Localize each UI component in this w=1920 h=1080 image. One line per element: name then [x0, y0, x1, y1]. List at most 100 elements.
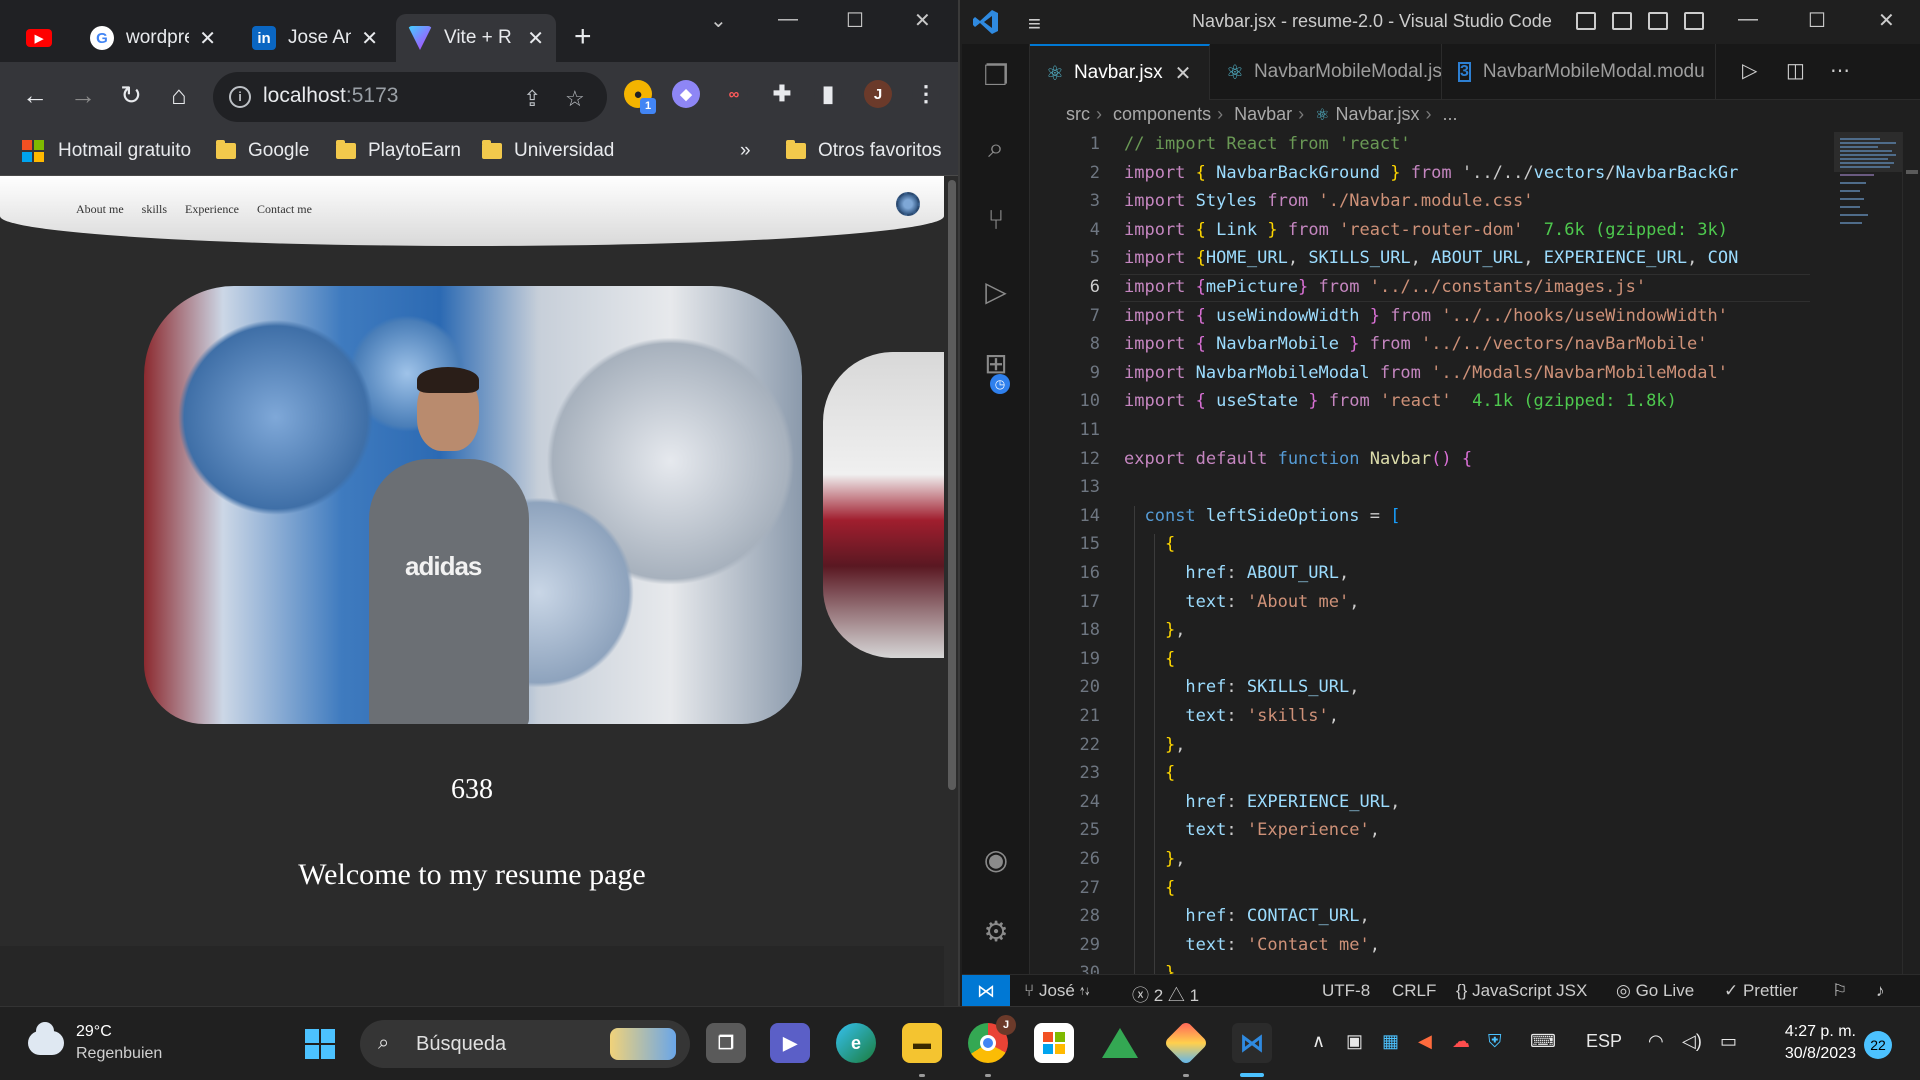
- code-line[interactable]: href: EXPERIENCE_URL,: [1124, 792, 1400, 812]
- code-line[interactable]: text: 'Experience',: [1124, 820, 1380, 840]
- forward-button[interactable]: →: [66, 80, 100, 111]
- side-panel-icon[interactable]: ▮: [814, 80, 842, 108]
- ghost-extension-icon[interactable]: ◆: [672, 80, 700, 108]
- code-line[interactable]: text: 'Contact me',: [1124, 935, 1380, 955]
- bookmark-playtoearn[interactable]: PlaytoEarn: [336, 140, 461, 162]
- taskbar-search[interactable]: ⌕ Búsqueda: [360, 1020, 690, 1068]
- accounts-icon[interactable]: ◉: [976, 840, 1016, 880]
- colorful-app-icon[interactable]: [1163, 1020, 1209, 1066]
- code-line[interactable]: import { NavbarBackGround } from '../../…: [1124, 163, 1738, 183]
- nav-link-skills[interactable]: skills: [142, 202, 167, 217]
- settings-gear-icon[interactable]: ⚙: [976, 912, 1016, 952]
- code-line[interactable]: import { useWindowWidth } from '../../ho…: [1124, 306, 1728, 326]
- code-line[interactable]: {: [1124, 878, 1175, 898]
- breadcrumb-item[interactable]: Navbar.jsx: [1335, 104, 1419, 124]
- run-icon[interactable]: ▷: [1742, 58, 1757, 83]
- git-branch-status[interactable]: ⑂ José ⇅: [1024, 981, 1090, 1001]
- code-line[interactable]: {: [1124, 649, 1175, 669]
- back-button[interactable]: ←: [18, 80, 52, 111]
- nav-link-experience[interactable]: Experience: [185, 202, 239, 217]
- code-line[interactable]: // import React from 'react': [1124, 134, 1411, 154]
- explorer-icon[interactable]: ❐: [976, 56, 1016, 96]
- home-button[interactable]: ⌂: [162, 80, 196, 111]
- close-window-icon[interactable]: ✕: [914, 8, 931, 33]
- close-tab-icon[interactable]: ✕: [361, 26, 378, 51]
- weather-widget[interactable]: 29°C Regenbuien: [28, 1021, 162, 1065]
- breadcrumb-item[interactable]: components: [1113, 104, 1211, 124]
- start-button[interactable]: [305, 1029, 335, 1059]
- more-actions-icon[interactable]: ⋯: [1830, 58, 1850, 83]
- nav-link-contact[interactable]: Contact me: [257, 202, 312, 217]
- notification-count-badge[interactable]: 22: [1864, 1031, 1892, 1059]
- code-line[interactable]: text: 'skills',: [1124, 706, 1339, 726]
- extensions-puzzle-icon[interactable]: ✚: [768, 80, 796, 108]
- bookmark-universidad[interactable]: Universidad: [482, 140, 614, 162]
- toggle-sidebar-icon[interactable]: [1576, 12, 1596, 30]
- customize-layout-icon[interactable]: [1684, 12, 1704, 30]
- share-icon[interactable]: ⇪: [523, 86, 541, 112]
- breadcrumb-item[interactable]: src: [1066, 104, 1090, 124]
- show-hidden-icons[interactable]: ∧: [1312, 1031, 1325, 1052]
- close-tab-icon[interactable]: ✕: [1175, 61, 1192, 86]
- tab-navbarmobilemodal-jsx[interactable]: ⚛ NavbarMobileModal.jsx: [1210, 44, 1442, 100]
- problems-status[interactable]: ⓧ 2 △ 1: [1132, 981, 1199, 1006]
- tray-device-icon[interactable]: ▣: [1346, 1031, 1363, 1052]
- tab-linkedin[interactable]: in Jose An ✕: [240, 14, 390, 62]
- code-line[interactable]: const leftSideOptions = [: [1124, 506, 1400, 526]
- minimize-icon[interactable]: —: [778, 8, 798, 31]
- profile-avatar[interactable]: J: [864, 80, 892, 108]
- site-logo[interactable]: [896, 192, 920, 216]
- breadcrumb-item[interactable]: ...: [1443, 104, 1458, 124]
- address-bar[interactable]: i localhost:5173 ⇪ ☆: [213, 72, 607, 122]
- battery-icon[interactable]: ▭: [1720, 1031, 1737, 1052]
- menu-icon[interactable]: ≡: [1028, 11, 1041, 37]
- code-line[interactable]: import NavbarMobileModal from '../Modals…: [1124, 363, 1728, 383]
- code-line[interactable]: import { useState } from 'react' 4.1k (g…: [1124, 391, 1677, 411]
- code-line[interactable]: },: [1124, 849, 1186, 869]
- code-line[interactable]: href: SKILLS_URL,: [1124, 677, 1359, 697]
- go-live-status[interactable]: ◎ Go Live: [1616, 981, 1694, 1001]
- tray-cloud-icon[interactable]: ☁: [1452, 1031, 1470, 1052]
- google-drive-icon[interactable]: [1100, 1023, 1140, 1063]
- accounts-feedback-icon[interactable]: ⚐: [1832, 981, 1847, 1001]
- page-scrollbar[interactable]: [944, 176, 958, 1006]
- bookmark-star-icon[interactable]: ☆: [565, 86, 585, 112]
- split-editor-icon[interactable]: ◫: [1786, 58, 1805, 83]
- bookmarks-overflow-button[interactable]: »: [740, 140, 751, 162]
- code-line[interactable]: import Styles from './Navbar.module.css': [1124, 191, 1533, 211]
- volume-icon[interactable]: ◁): [1682, 1031, 1702, 1052]
- wifi-icon[interactable]: ◠: [1648, 1031, 1664, 1052]
- code-line[interactable]: import {mePicture} from '../../constants…: [1124, 277, 1646, 297]
- tab-youtube[interactable]: ▶: [14, 14, 72, 62]
- maximize-icon[interactable]: ☐: [1808, 8, 1826, 33]
- code-line[interactable]: href: ABOUT_URL,: [1124, 563, 1349, 583]
- code-line[interactable]: {: [1124, 534, 1175, 554]
- reload-button[interactable]: ↻: [114, 80, 148, 111]
- teams-chat-icon[interactable]: ▶: [770, 1023, 810, 1063]
- code-line[interactable]: import { NavbarMobile } from '../../vect…: [1124, 334, 1708, 354]
- edge-icon[interactable]: e: [836, 1023, 876, 1063]
- code-line[interactable]: },: [1124, 735, 1186, 755]
- code-line[interactable]: {: [1124, 763, 1175, 783]
- minimize-icon[interactable]: —: [1738, 8, 1758, 31]
- vscode-taskbar-icon[interactable]: ⋈: [1232, 1023, 1272, 1063]
- toggle-panel-icon[interactable]: [1612, 12, 1632, 30]
- close-window-icon[interactable]: ✕: [1878, 8, 1895, 33]
- source-control-icon[interactable]: ⑂: [976, 200, 1016, 240]
- notifications-bell-icon[interactable]: ♪: [1876, 981, 1885, 1001]
- code-line[interactable]: href: CONTACT_URL,: [1124, 906, 1369, 926]
- tab-search-icon[interactable]: ⌄: [710, 8, 727, 33]
- code-line[interactable]: export default function Navbar() {: [1124, 449, 1472, 469]
- remote-icon[interactable]: ⋈: [962, 975, 1010, 1006]
- task-view-icon[interactable]: ❐: [706, 1023, 746, 1063]
- tray-network-app-icon[interactable]: ▦: [1382, 1031, 1399, 1052]
- security-shield-icon[interactable]: ⛨: [1488, 1031, 1502, 1052]
- breadcrumb-item[interactable]: Navbar: [1234, 104, 1292, 124]
- maximize-icon[interactable]: ☐: [846, 8, 864, 33]
- glasses-extension-icon[interactable]: ∞: [720, 80, 748, 108]
- code-line[interactable]: text: 'About me',: [1124, 592, 1359, 612]
- input-language[interactable]: ESP: [1586, 1031, 1622, 1052]
- keyboard-icon[interactable]: ⌨: [1530, 1031, 1556, 1052]
- prettier-status[interactable]: ✓ Prettier: [1724, 981, 1798, 1001]
- tab-navbarmobilemodal-css[interactable]: 3 NavbarMobileModal.modu: [1442, 44, 1716, 100]
